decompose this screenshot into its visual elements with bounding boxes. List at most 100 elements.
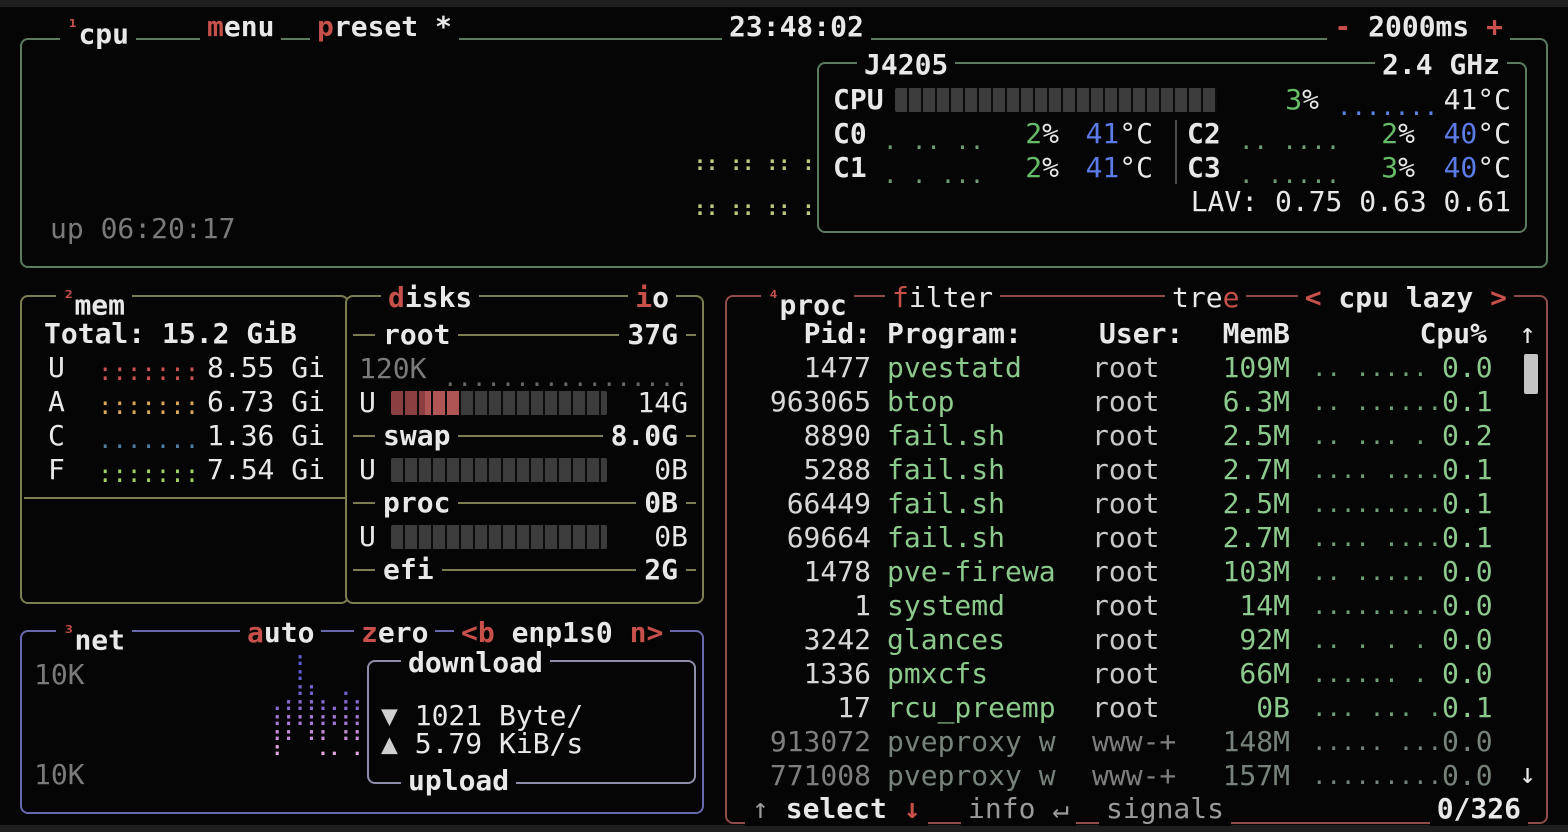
process-cpu-graph: .. ... . bbox=[1312, 419, 1442, 453]
process-cpu-graph: .... .... bbox=[1312, 453, 1442, 487]
sort-prev-button[interactable]: < bbox=[1305, 281, 1322, 314]
process-program: glances bbox=[887, 623, 1092, 657]
select-control[interactable]: ↑ select ↓ bbox=[745, 792, 928, 826]
process-row[interactable]: 3242 glances root 92M .. . . . 0.0 bbox=[741, 623, 1516, 657]
info-button[interactable]: info ↵ bbox=[961, 792, 1076, 826]
process-mem: 2.5M bbox=[1202, 419, 1290, 453]
mem-row-used-key: U bbox=[48, 351, 65, 385]
signals-button[interactable]: signals bbox=[1099, 792, 1231, 826]
core-label: C2 bbox=[1187, 117, 1221, 151]
mem-row-cached-graph: ....... bbox=[98, 423, 204, 457]
net-zero-button[interactable]: zero bbox=[354, 616, 435, 650]
process-cpu-graph: ..... ... bbox=[1312, 725, 1442, 759]
process-row[interactable]: 8890 fail.sh root 2.5M .. ... . 0.2 bbox=[741, 419, 1516, 453]
iface-prev-button[interactable]: <b bbox=[461, 616, 495, 649]
process-list: 1477 pvestatd root 109M .. ..... 0.0 963… bbox=[741, 351, 1516, 793]
process-mem: 6.3M bbox=[1202, 385, 1290, 419]
core-label: C3 bbox=[1187, 151, 1221, 185]
process-cpu-graph: .... .... bbox=[1312, 521, 1442, 555]
tab-net[interactable]: ³net bbox=[56, 616, 132, 657]
process-program: pve-firewa bbox=[887, 555, 1092, 589]
process-user: root bbox=[1092, 623, 1202, 657]
sort-next-button[interactable]: > bbox=[1490, 281, 1507, 314]
core-percent: 2% bbox=[987, 151, 1059, 185]
mem-row-free-key: F bbox=[48, 453, 65, 487]
disk-used-key: U bbox=[359, 453, 376, 487]
preset-button[interactable]: preset * bbox=[310, 10, 459, 44]
process-pid: 1 bbox=[741, 589, 871, 623]
process-user: root bbox=[1092, 385, 1202, 419]
header-cpu: Cpu% bbox=[1367, 317, 1487, 351]
iface-next-button[interactable]: n> bbox=[630, 616, 664, 649]
process-program: pmxcfs bbox=[887, 657, 1092, 691]
process-cpu-graph: .. ..... bbox=[1312, 351, 1442, 385]
process-program: fail.sh bbox=[887, 521, 1092, 555]
tab-cpu[interactable]: ¹cpu bbox=[60, 10, 136, 51]
process-cpu-graph: .. ..... bbox=[1312, 555, 1442, 589]
process-mem: 14M bbox=[1202, 589, 1290, 623]
process-cpu-percent: 0.1 bbox=[1442, 691, 1487, 725]
net-traffic-graph: : : :: . . .::::.::: ::::::::: :: :: :::… bbox=[260, 652, 374, 757]
cpu-total-label: CPU bbox=[833, 83, 884, 117]
disk-root-used-value: 14G bbox=[608, 386, 688, 420]
disk-proc-used-bar bbox=[391, 525, 607, 549]
mem-section-divider bbox=[24, 497, 345, 499]
process-cpu-percent: 0.0 bbox=[1442, 351, 1487, 385]
upload-label: upload bbox=[401, 764, 516, 798]
process-row[interactable]: 771008 pveproxy w www-+ 157M ......... 0… bbox=[741, 759, 1516, 793]
interval-plus-button[interactable]: + bbox=[1486, 10, 1503, 43]
process-user: www-+ bbox=[1092, 725, 1202, 759]
process-program: fail.sh bbox=[887, 419, 1092, 453]
process-pid: 3242 bbox=[741, 623, 871, 657]
scrollbar-thumb[interactable] bbox=[1524, 354, 1538, 394]
select-down-arrow[interactable]: ↓ bbox=[904, 792, 921, 825]
interval-minus-button[interactable]: - bbox=[1334, 10, 1351, 43]
process-row[interactable]: 66449 fail.sh root 2.5M ......... 0.1 bbox=[741, 487, 1516, 521]
cpu-panel: ¹cpu menu preset * 23:48:02 - 2000ms + :… bbox=[20, 38, 1548, 268]
disk-used-key: U bbox=[359, 520, 376, 554]
process-user: root bbox=[1092, 657, 1202, 691]
net-interface-switch[interactable]: <b enp1s0 n> bbox=[454, 616, 670, 650]
process-row[interactable]: 5288 fail.sh root 2.7M .... .... 0.1 bbox=[741, 453, 1516, 487]
scroll-down-arrow[interactable]: ↓ bbox=[1519, 757, 1536, 791]
core-label: C1 bbox=[833, 151, 867, 185]
process-row[interactable]: 17 rcu_preemp root 0B ... ... . 0.1 bbox=[741, 691, 1516, 725]
select-up-arrow[interactable]: ↑ bbox=[752, 792, 769, 825]
process-row[interactable]: 963065 btop root 6.3M .. ...... 0.1 bbox=[741, 385, 1516, 419]
tab-disks[interactable]: disks bbox=[381, 281, 479, 315]
cpu-total-percent: 3% bbox=[1219, 83, 1319, 117]
process-row[interactable]: 913072 pveproxy w www-+ 148M ..... ... 0… bbox=[741, 725, 1516, 759]
interval-value bbox=[1351, 10, 1368, 43]
process-cpu-percent: 0.0 bbox=[1442, 555, 1487, 589]
process-user: root bbox=[1092, 521, 1202, 555]
mem-panel: ²mem Total: 15.2 GiB U ::::::: 8.55 Gi A… bbox=[20, 295, 349, 604]
process-row[interactable]: 1477 pvestatd root 109M .. ..... 0.0 bbox=[741, 351, 1516, 385]
process-cpu-graph: ...... . bbox=[1312, 657, 1442, 691]
disk-section-efi: efi2G bbox=[351, 553, 698, 587]
core-temp: 41°C bbox=[1067, 117, 1153, 151]
iface-name: enp1s0 bbox=[512, 616, 613, 649]
sort-direction-arrow[interactable]: ↑ bbox=[1519, 317, 1536, 351]
core-graph: . .. .... bbox=[883, 124, 987, 158]
process-pid: 66449 bbox=[741, 487, 871, 521]
menu-button[interactable]: menu bbox=[200, 10, 281, 44]
process-mem: 2.5M bbox=[1202, 487, 1290, 521]
disk-used-key: U bbox=[359, 386, 376, 420]
process-row[interactable]: 1478 pve-firewa root 103M .. ..... 0.0 bbox=[741, 555, 1516, 589]
process-row[interactable]: 1 systemd root 14M ......... 0.0 bbox=[741, 589, 1516, 623]
core-percent: 2% bbox=[1341, 117, 1415, 151]
sort-field: cpu lazy bbox=[1338, 281, 1473, 314]
process-row[interactable]: 1336 pmxcfs root 66M ...... . 0.0 bbox=[741, 657, 1516, 691]
upload-arrow-icon: ▲ bbox=[381, 727, 398, 760]
proc-filter-button[interactable]: filter bbox=[885, 281, 1000, 315]
net-auto-button[interactable]: auto bbox=[240, 616, 321, 650]
core-percent: 2% bbox=[987, 117, 1059, 151]
process-row[interactable]: 69664 fail.sh root 2.7M .... .... 0.1 bbox=[741, 521, 1516, 555]
proc-tree-button[interactable]: tree bbox=[1165, 281, 1246, 315]
process-program: pvestatd bbox=[887, 351, 1092, 385]
process-cpu-percent: 0.0 bbox=[1442, 725, 1487, 759]
core-temp: 41°C bbox=[1067, 151, 1153, 185]
io-toggle[interactable]: io bbox=[628, 281, 676, 315]
process-cpu-percent: 0.1 bbox=[1442, 521, 1487, 555]
disk-proc-used-value: 0B bbox=[608, 520, 688, 554]
